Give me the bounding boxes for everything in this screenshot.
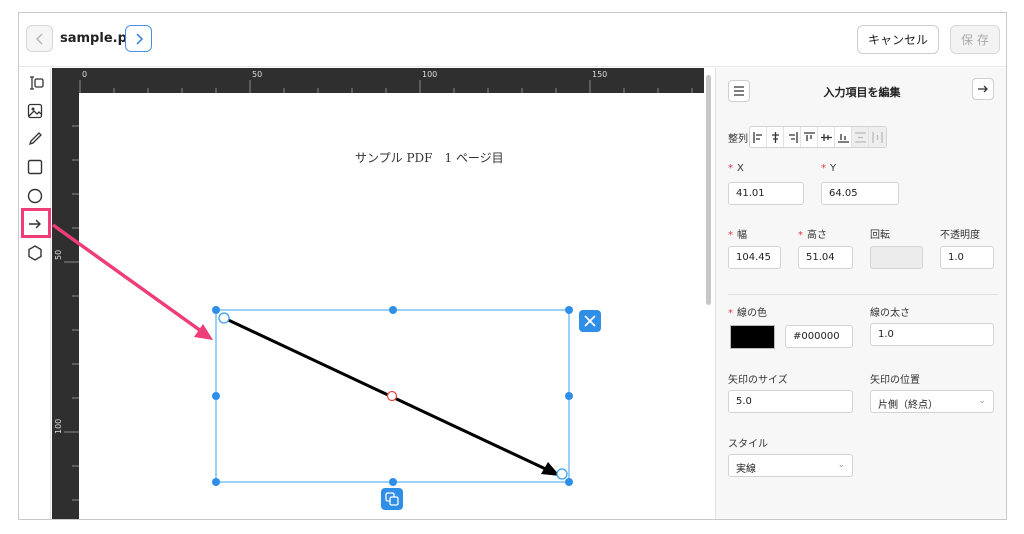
panel-title: 入力項目を編集 — [823, 86, 901, 99]
arrow-end-handle[interactable] — [556, 468, 568, 480]
align-bottom-button[interactable] — [835, 127, 852, 147]
canvas-scrollbar[interactable] — [706, 75, 711, 305]
distribute-v-button[interactable] — [869, 127, 886, 147]
arrow-position-label: 矢印の位置 — [870, 375, 920, 386]
arrow-tool-highlight — [21, 208, 51, 238]
property-panel: 入力項目を編集 整列: * X 41.01 * Y 64.05 * 幅 104.45 … — [715, 68, 1006, 519]
arrow-start-handle[interactable] — [218, 312, 230, 324]
image-icon — [27, 103, 43, 119]
rotation-label: 回転 — [870, 230, 890, 241]
chevron-down-icon: ⌄ — [837, 460, 845, 470]
rectangle-tool[interactable] — [24, 156, 46, 178]
text-field-tool[interactable] — [24, 72, 46, 94]
align-middle-v-icon — [820, 133, 832, 141]
arrow-position-select[interactable]: 片側（終点） ⌄ — [870, 390, 994, 413]
distribute-v-icon — [872, 131, 883, 143]
line-color-label-text: 線の色 — [737, 308, 767, 319]
x-label: * X — [728, 163, 744, 174]
line-color-swatch[interactable] — [730, 325, 775, 349]
line-width-input[interactable]: 1.0 — [870, 323, 994, 346]
style-label: スタイル — [728, 439, 768, 450]
width-label-text: 幅 — [737, 230, 747, 241]
collapse-panel-button[interactable] — [972, 78, 994, 100]
duplicate-button[interactable] — [381, 488, 403, 510]
style-select[interactable]: 実線 ⌄ — [728, 454, 853, 477]
line-width-label: 線の太さ — [870, 308, 910, 319]
width-label: * 幅 — [728, 230, 747, 241]
y-label-text: Y — [830, 163, 837, 174]
next-button[interactable] — [125, 25, 152, 52]
tool-palette — [19, 68, 51, 519]
height-label: * 高さ — [798, 230, 827, 241]
width-input[interactable]: 104.45 — [728, 246, 781, 269]
line-color-input[interactable]: #000000 — [785, 325, 853, 348]
align-center-h-button[interactable] — [767, 127, 784, 147]
style-value: 実線 — [736, 464, 756, 475]
height-label-text: 高さ — [807, 230, 827, 241]
arrow-size-input[interactable]: 5.0 — [728, 390, 853, 413]
align-bottom-icon — [837, 133, 849, 143]
panel-divider — [728, 294, 998, 295]
align-center-h-icon — [771, 131, 779, 143]
y-input[interactable]: 64.05 — [821, 182, 899, 205]
ellipse-tool[interactable] — [24, 185, 46, 207]
arrow-mid-handle[interactable] — [386, 390, 398, 402]
arrow-size-label: 矢印のサイズ — [728, 375, 788, 386]
align-left-icon — [752, 131, 762, 143]
pen-tool[interactable] — [24, 128, 46, 150]
polygon-tool[interactable] — [24, 242, 46, 264]
align-top-button[interactable] — [801, 127, 818, 147]
align-right-icon — [788, 131, 798, 143]
y-label: * Y — [821, 163, 837, 174]
align-right-button[interactable] — [784, 127, 801, 147]
chevron-down-icon: ⌄ — [978, 396, 986, 406]
align-label: 整列: — [728, 134, 752, 145]
annotation-layer — [212, 306, 601, 510]
previous-button[interactable] — [26, 25, 53, 52]
align-middle-v-button[interactable] — [818, 127, 835, 147]
distribute-h-icon — [854, 131, 866, 143]
circle-icon — [27, 188, 43, 204]
arrow-right-icon — [978, 85, 988, 93]
x-input[interactable]: 41.01 — [728, 182, 804, 205]
height-input[interactable]: 51.04 — [798, 246, 853, 269]
distribute-h-button[interactable] — [852, 127, 869, 147]
delete-button[interactable] — [579, 310, 601, 332]
pencil-icon — [28, 132, 42, 146]
chevron-left-icon — [35, 32, 43, 45]
chevron-right-icon — [135, 32, 143, 45]
square-icon — [27, 159, 43, 175]
image-tool[interactable] — [24, 100, 46, 122]
pdf-canvas[interactable]: 0 50 100 150 50 100 サンプル PDF 1 ページ目 — [52, 68, 704, 519]
rotation-input — [870, 246, 923, 269]
arrow-position-value: 片側（終点） — [878, 400, 938, 411]
text-cursor-icon — [30, 76, 44, 90]
hexagon-icon — [28, 245, 42, 261]
line-color-label: * 線の色 — [728, 308, 767, 319]
align-left-button[interactable] — [750, 127, 767, 147]
opacity-label: 不透明度 — [940, 230, 980, 241]
header-bar: sample.pdf キャンセル 保 存 — [19, 13, 1006, 67]
save-button[interactable]: 保 存 — [950, 25, 1000, 54]
align-top-icon — [803, 131, 815, 141]
opacity-input[interactable]: 1.0 — [940, 246, 994, 269]
cancel-button[interactable]: キャンセル — [857, 25, 939, 54]
align-buttons — [749, 126, 887, 148]
x-label-text: X — [737, 163, 744, 174]
app-window: sample.pdf キャンセル 保 存 0 50 100 150 50 100… — [18, 12, 1007, 520]
